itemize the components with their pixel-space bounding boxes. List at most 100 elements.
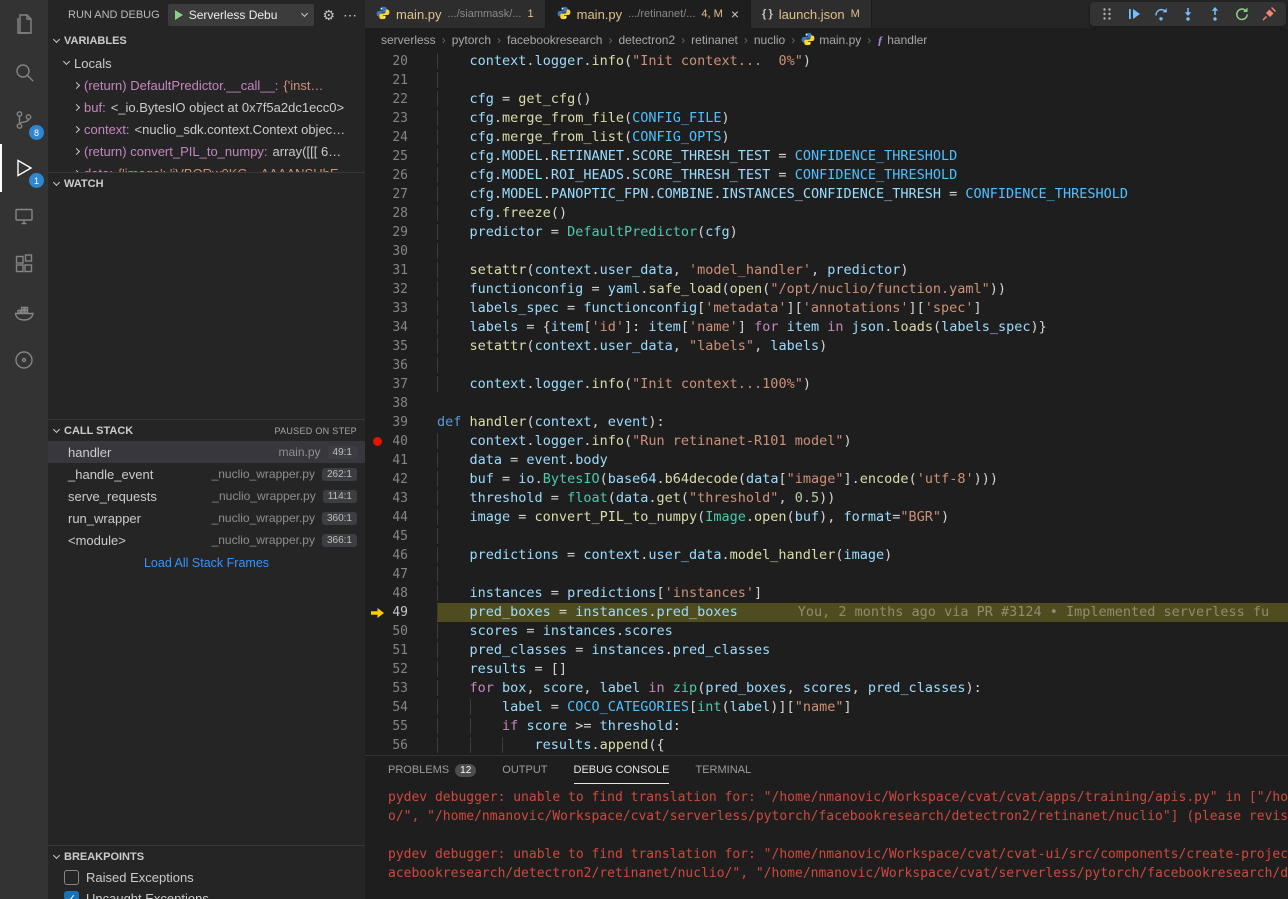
restart-icon[interactable]: [1234, 6, 1250, 22]
code-line[interactable]: 28 cfg.freeze(): [365, 204, 1288, 223]
start-debug-icon[interactable]: [175, 10, 183, 20]
code-content[interactable]: cfg.MODEL.ROI_HEADS.SCORE_THRESH_TEST = …: [437, 166, 1288, 185]
code-line[interactable]: 39def handler(context, event):: [365, 413, 1288, 432]
code-line[interactable]: 51 pred_classes = instances.pred_classes: [365, 641, 1288, 660]
breakpoints-section-header[interactable]: BREAKPOINTS: [48, 845, 365, 867]
code-line[interactable]: 25 cfg.MODEL.RETINANET.SCORE_THRESH_TEST…: [365, 147, 1288, 166]
step-over-icon[interactable]: [1153, 6, 1169, 22]
stack-frame-row[interactable]: serve_requests_nuclio_wrapper.py114:1: [48, 485, 365, 507]
debug-config-dropdown[interactable]: Serverless Debu: [168, 4, 315, 26]
breakpoint-item-raised-exceptions[interactable]: Raised Exceptions: [48, 867, 365, 888]
code-content[interactable]: predictor = DefaultPredictor(cfg): [437, 223, 1288, 242]
breadcrumb-item[interactable]: detectron2: [618, 33, 675, 47]
code-content[interactable]: [437, 71, 1288, 90]
code-line[interactable]: 38: [365, 394, 1288, 413]
line-gutter[interactable]: 56: [365, 736, 437, 755]
breakpoint-item-uncaught-exceptions[interactable]: ✓ Uncaught Exceptions: [48, 888, 365, 899]
code-content[interactable]: cfg = get_cfg(): [437, 90, 1288, 109]
code-line[interactable]: 32 functionconfig = yaml.safe_load(open(…: [365, 280, 1288, 299]
code-line[interactable]: 53 for box, score, label in zip(pred_box…: [365, 679, 1288, 698]
code-line[interactable]: 35 setattr(context.user_data, "labels", …: [365, 337, 1288, 356]
code-content[interactable]: pred_boxes = instances.pred_boxesYou, 2 …: [437, 603, 1288, 622]
variable-row[interactable]: (return) convert_PIL_to_numpy:array([[[ …: [48, 140, 365, 162]
line-gutter[interactable]: 43: [365, 489, 437, 508]
code-line[interactable]: 44 image = convert_PIL_to_numpy(Image.op…: [365, 508, 1288, 527]
docker-icon[interactable]: [0, 288, 48, 336]
code-content[interactable]: threshold = float(data.get("threshold", …: [437, 489, 1288, 508]
call-stack-section-header[interactable]: CALL STACK PAUSED ON STEP: [48, 419, 365, 441]
breadcrumb-item[interactable]: nuclio: [754, 33, 785, 47]
debug-console-output[interactable]: pydev debugger: unable to find translati…: [365, 784, 1288, 899]
code-line[interactable]: 27 cfg.MODEL.PANOPTIC_FPN.COMBINE.INSTAN…: [365, 185, 1288, 204]
variable-row[interactable]: context:<nuclio_sdk.context.Context obje…: [48, 118, 365, 140]
code-line[interactable]: 41 data = event.body: [365, 451, 1288, 470]
code-content[interactable]: instances = predictions['instances']: [437, 584, 1288, 603]
line-gutter[interactable]: 42: [365, 470, 437, 489]
line-gutter[interactable]: 45: [365, 527, 437, 546]
code-content[interactable]: label = COCO_CATEGORIES[int(label)]["nam…: [437, 698, 1288, 717]
line-gutter[interactable]: 54: [365, 698, 437, 717]
code-content[interactable]: pred_classes = instances.pred_classes: [437, 641, 1288, 660]
code-content[interactable]: [437, 394, 1288, 413]
line-gutter[interactable]: 48: [365, 584, 437, 603]
stack-frame-row[interactable]: _handle_event_nuclio_wrapper.py262:1: [48, 463, 365, 485]
circle-extension-icon[interactable]: [0, 336, 48, 384]
code-line[interactable]: 47: [365, 565, 1288, 584]
code-content[interactable]: cfg.MODEL.PANOPTIC_FPN.COMBINE.INSTANCES…: [437, 185, 1288, 204]
code-content[interactable]: predictions = context.user_data.model_ha…: [437, 546, 1288, 565]
code-content[interactable]: if score >= threshold:: [437, 717, 1288, 736]
line-gutter[interactable]: 38: [365, 394, 437, 413]
line-gutter[interactable]: 37: [365, 375, 437, 394]
code-content[interactable]: results.append({: [437, 736, 1288, 755]
code-line[interactable]: 22 cfg = get_cfg(): [365, 90, 1288, 109]
code-line[interactable]: 40 context.logger.info("Run retinanet-R1…: [365, 432, 1288, 451]
code-line[interactable]: 42 buf = io.BytesIO(base64.b64decode(dat…: [365, 470, 1288, 489]
breakpoint-icon[interactable]: [373, 437, 382, 446]
line-gutter[interactable]: 29: [365, 223, 437, 242]
code-content[interactable]: functionconfig = yaml.safe_load(open("/o…: [437, 280, 1288, 299]
code-editor[interactable]: 20 context.logger.info("Init context... …: [365, 52, 1288, 755]
tab-debug-console[interactable]: DEBUG CONSOLE: [574, 756, 670, 784]
code-line[interactable]: 37 context.logger.info("Init context...1…: [365, 375, 1288, 394]
breadcrumb-item[interactable]: main.py: [801, 32, 861, 49]
variables-section-header[interactable]: VARIABLES: [48, 30, 365, 52]
code-line[interactable]: 54 label = COCO_CATEGORIES[int(label)]["…: [365, 698, 1288, 717]
line-gutter[interactable]: 51: [365, 641, 437, 660]
code-content[interactable]: context.logger.info("Init context...100%…: [437, 375, 1288, 394]
line-gutter[interactable]: 23: [365, 109, 437, 128]
code-line[interactable]: 52 results = []: [365, 660, 1288, 679]
tab-problems[interactable]: PROBLEMS 12: [388, 756, 476, 784]
code-line[interactable]: 45: [365, 527, 1288, 546]
line-gutter[interactable]: 33: [365, 299, 437, 318]
line-gutter[interactable]: 47: [365, 565, 437, 584]
line-gutter[interactable]: 20: [365, 52, 437, 71]
code-line[interactable]: 50 scores = instances.scores: [365, 622, 1288, 641]
code-line[interactable]: 29 predictor = DefaultPredictor(cfg): [365, 223, 1288, 242]
tab-main-py-retinanet[interactable]: main.py .../retinanet/... 4, M ×: [546, 0, 751, 28]
line-gutter[interactable]: 52: [365, 660, 437, 679]
more-actions-icon[interactable]: ⋯: [343, 7, 357, 24]
breadcrumb-item[interactable]: ƒhandler: [877, 33, 927, 48]
step-out-icon[interactable]: [1207, 6, 1223, 22]
code-content[interactable]: setattr(context.user_data, 'model_handle…: [437, 261, 1288, 280]
line-gutter[interactable]: 46: [365, 546, 437, 565]
stack-frame-row[interactable]: <module>_nuclio_wrapper.py366:1: [48, 529, 365, 551]
line-gutter[interactable]: 27: [365, 185, 437, 204]
line-gutter[interactable]: 26: [365, 166, 437, 185]
code-line[interactable]: 36: [365, 356, 1288, 375]
line-gutter[interactable]: 28: [365, 204, 437, 223]
checkbox-checked-icon[interactable]: ✓: [64, 891, 79, 899]
tab-terminal[interactable]: TERMINAL: [695, 756, 751, 784]
code-line[interactable]: 21: [365, 71, 1288, 90]
variable-row[interactable]: (return) DefaultPredictor.__call__:{'ins…: [48, 74, 365, 96]
explorer-icon[interactable]: [0, 0, 48, 48]
code-line[interactable]: 43 threshold = float(data.get("threshold…: [365, 489, 1288, 508]
line-gutter[interactable]: 50: [365, 622, 437, 641]
step-into-icon[interactable]: [1180, 6, 1196, 22]
line-gutter[interactable]: 49: [365, 603, 437, 622]
code-content[interactable]: context.logger.info("Init context... 0%"…: [437, 52, 1288, 71]
remote-explorer-icon[interactable]: [0, 192, 48, 240]
line-gutter[interactable]: 41: [365, 451, 437, 470]
tab-output[interactable]: OUTPUT: [502, 756, 547, 784]
code-content[interactable]: def handler(context, event):: [437, 413, 1288, 432]
